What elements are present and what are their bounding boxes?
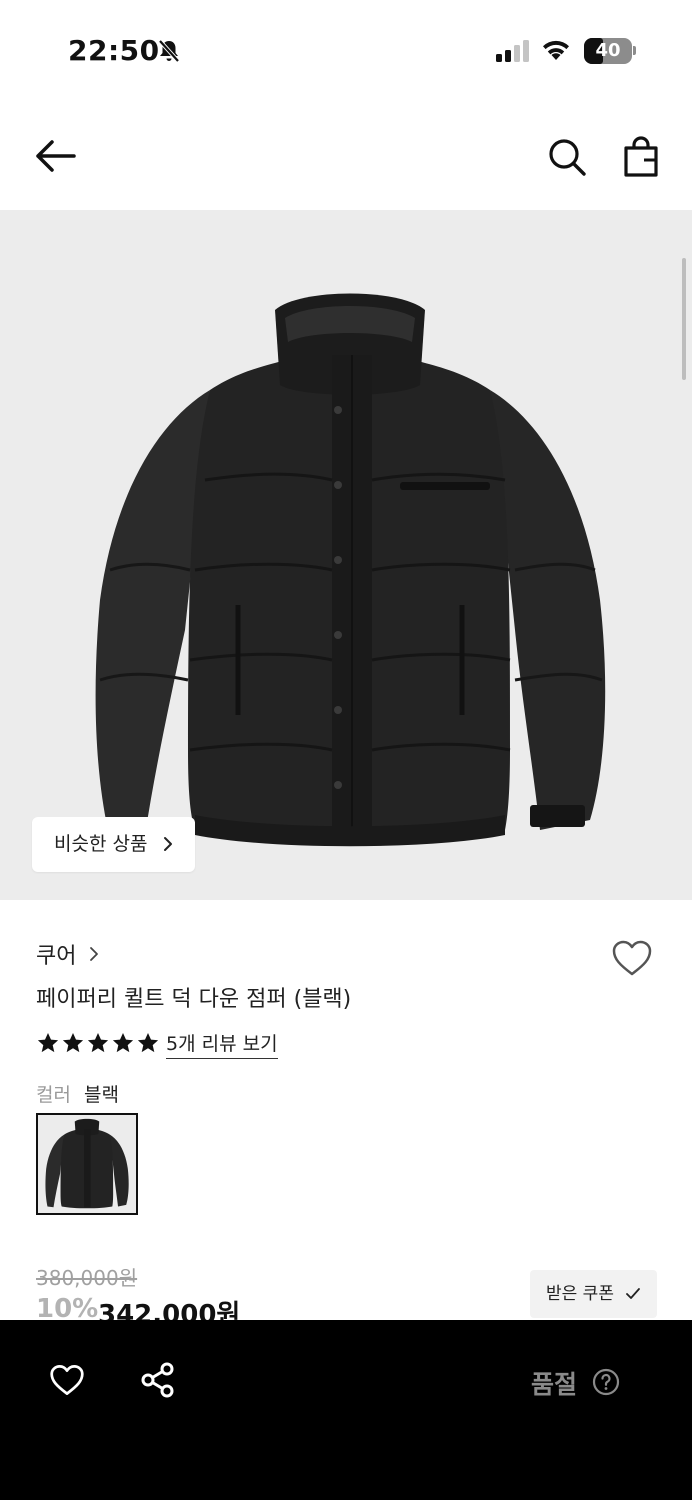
color-label: 컬러 (36, 1084, 71, 1106)
chevron-right-icon[interactable] (89, 946, 99, 962)
wifi-icon (543, 40, 569, 60)
brand-link[interactable]: 쿠어 (36, 938, 76, 970)
help-circle-icon[interactable] (592, 1368, 620, 1396)
color-swatch-black[interactable] (36, 1113, 138, 1215)
jacket-illustration (95, 293, 606, 847)
chevron-right-icon (164, 837, 172, 851)
similar-products-button[interactable]: 비슷한 상품 (32, 817, 195, 872)
original-price: 380,000원 (36, 1266, 138, 1290)
rating-stars (36, 1031, 160, 1055)
coupon-label: 받은 쿠폰 (546, 1284, 614, 1304)
received-coupon-button[interactable]: 받은 쿠폰 (530, 1270, 657, 1318)
back-arrow-icon[interactable] (32, 136, 78, 176)
status-bar: 22:50 40 (0, 0, 692, 100)
wishlist-heart-icon[interactable] (610, 938, 654, 978)
star-icon (137, 1033, 159, 1053)
product-image[interactable] (0, 210, 692, 900)
cellular-signal-icon (496, 40, 529, 62)
status-time: 22:50 (68, 34, 160, 67)
search-icon[interactable] (546, 136, 588, 178)
star-icon (112, 1033, 134, 1053)
product-name: 페이퍼리 퀼트 덕 다운 점퍼 (블랙) (36, 987, 352, 1012)
battery-tip (633, 46, 636, 55)
share-icon[interactable] (140, 1362, 176, 1398)
review-link[interactable]: 5개 리뷰 보기 (166, 1029, 278, 1059)
star-icon (62, 1033, 84, 1053)
similar-products-label: 비슷한 상품 (54, 833, 148, 855)
image-scrollbar[interactable] (682, 258, 686, 380)
color-value: 블랙 (84, 1084, 119, 1106)
jacket-thumbnail (45, 1118, 129, 1209)
soldout-status: 품절 (531, 1370, 578, 1399)
star-icon (37, 1033, 59, 1053)
bell-slash-icon (158, 39, 180, 63)
battery-icon: 40 (584, 38, 632, 64)
star-icon (87, 1033, 109, 1053)
bottom-action-bar: 품절 (0, 1320, 692, 1500)
shopping-bag-icon[interactable] (622, 136, 660, 178)
check-icon (626, 1288, 640, 1299)
nav-bar (0, 100, 692, 210)
heart-outline-icon[interactable] (48, 1363, 86, 1397)
battery-level: 40 (595, 40, 621, 61)
